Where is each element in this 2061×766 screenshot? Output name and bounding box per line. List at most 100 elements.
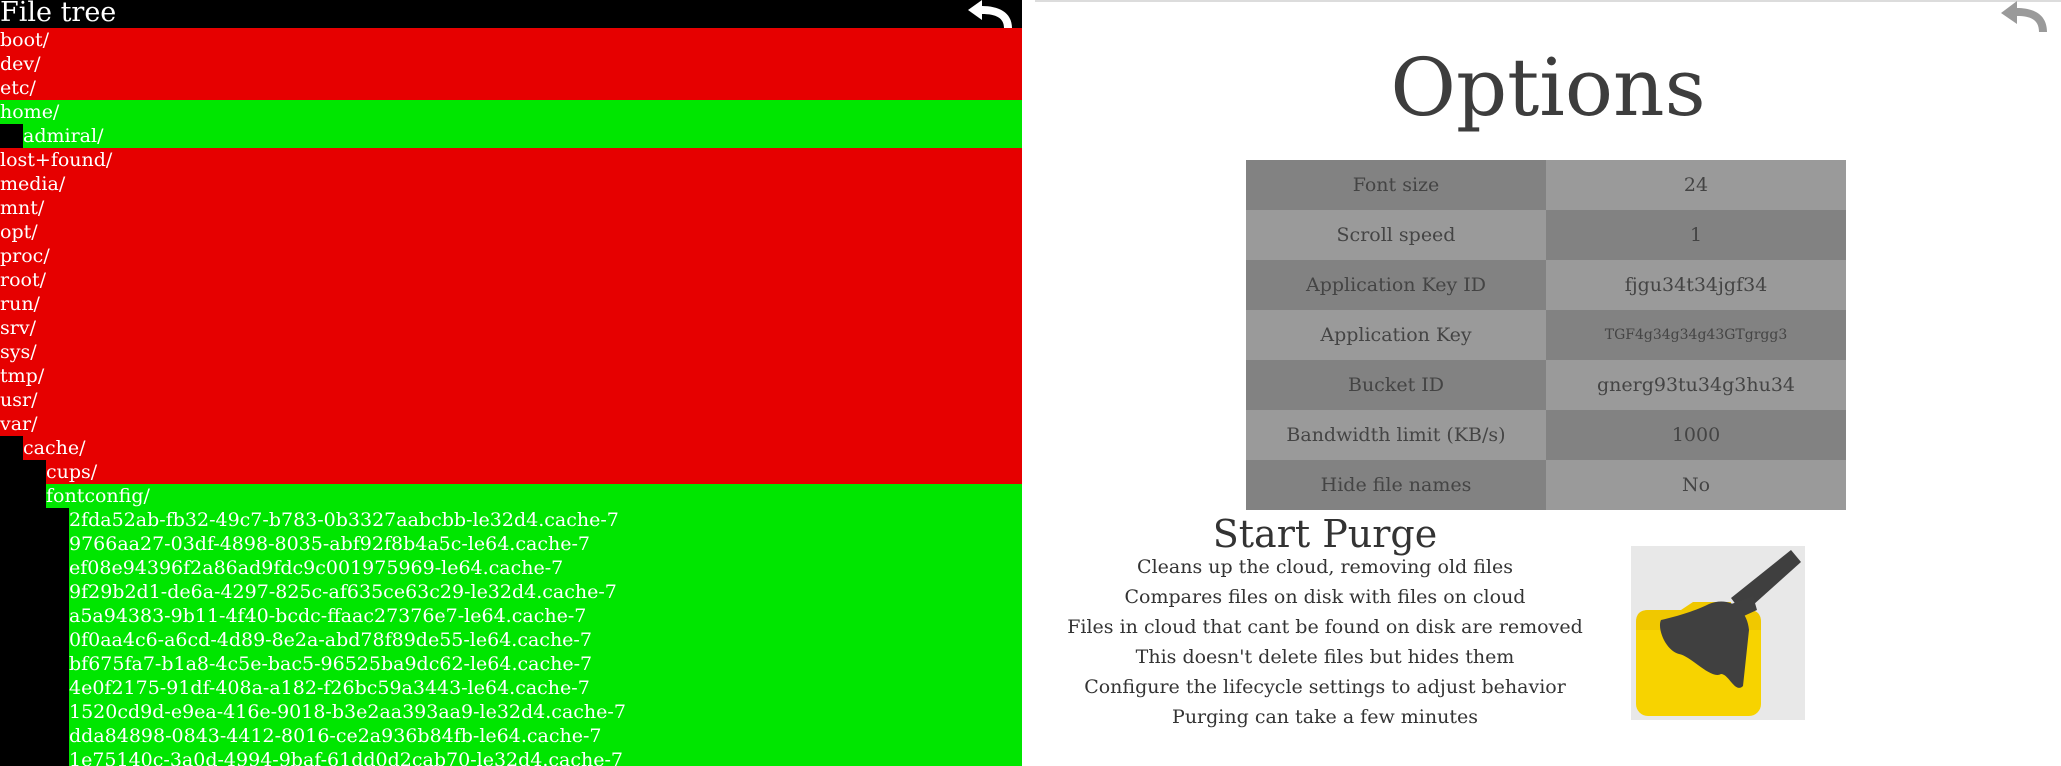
- file-tree-header: File tree: [0, 0, 1022, 28]
- broom-icon[interactable]: [1631, 546, 1805, 720]
- tree-item-status-bar: [0, 412, 1022, 436]
- tree-item-label: media/: [0, 173, 66, 195]
- option-value[interactable]: gnerg93tu34g3hu34: [1546, 360, 1846, 410]
- tree-item-label: 9766aa27-03df-4898-8035-abf92f8b4a5c-le6…: [69, 533, 590, 555]
- tree-item[interactable]: usr/: [0, 388, 1022, 412]
- option-value[interactable]: TGF4g34g34g43GTgrgg3: [1546, 310, 1846, 360]
- option-label: Application Key: [1246, 310, 1546, 360]
- tree-item[interactable]: sys/: [0, 340, 1022, 364]
- option-label: Scroll speed: [1246, 210, 1546, 260]
- option-value[interactable]: 1000: [1546, 410, 1846, 460]
- options-table: Font size 24 Scroll speed 1 Application Key …: [1246, 160, 1846, 510]
- tree-item-status-bar: [0, 52, 1022, 76]
- tree-item[interactable]: 0f0aa4c6-a6cd-4d89-8e2a-abd78f89de55-le6…: [0, 628, 1022, 652]
- option-value[interactable]: No: [1546, 460, 1846, 510]
- tree-item-label: 9f29b2d1-de6a-4297-825c-af635ce63c29-le3…: [69, 581, 617, 603]
- tree-item[interactable]: var/: [0, 412, 1022, 436]
- tree-item-label: bf675fa7-b1a8-4c5e-bac5-96525ba9dc62-le6…: [69, 653, 593, 675]
- tree-item-status-bar: [23, 124, 1022, 148]
- tree-item[interactable]: 9766aa27-03df-4898-8035-abf92f8b4a5c-le6…: [0, 532, 1022, 556]
- purge-line: Cleans up the cloud, removing old files: [1137, 556, 1513, 578]
- tree-item[interactable]: a5a94383-9b11-4f40-bcdc-ffaac27376e7-le6…: [0, 604, 1022, 628]
- purge-line: Configure the lifecycle settings to adju…: [1084, 676, 1566, 698]
- purge-line: Compares files on disk with files on clo…: [1124, 586, 1526, 608]
- tree-item[interactable]: cache/: [0, 436, 1022, 460]
- tree-item-status-bar: [0, 244, 1022, 268]
- tree-item-status-bar: [0, 268, 1022, 292]
- option-row[interactable]: Application Key TGF4g34g34g43GTgrgg3: [1246, 310, 1846, 360]
- tree-item-label: 4e0f2175-91df-408a-a182-f26bc59a3443-le6…: [69, 677, 590, 699]
- option-row[interactable]: Scroll speed 1: [1246, 210, 1846, 260]
- tree-item-label: cache/: [23, 437, 86, 459]
- tree-item[interactable]: proc/: [0, 244, 1022, 268]
- option-row[interactable]: Font size 24: [1246, 160, 1846, 210]
- tree-item-status-bar: [0, 316, 1022, 340]
- tree-item[interactable]: mnt/: [0, 196, 1022, 220]
- tree-item[interactable]: fontconfig/: [0, 484, 1022, 508]
- tree-item[interactable]: srv/: [0, 316, 1022, 340]
- tree-item[interactable]: dev/: [0, 52, 1022, 76]
- tree-item-label: 1e75140c-3a0d-4994-9baf-61dd0d2cab70-le3…: [69, 749, 624, 766]
- tree-item[interactable]: dda84898-0843-4412-8016-ce2a936b84fb-le6…: [0, 724, 1022, 748]
- page-title: Options: [1390, 41, 1706, 134]
- tree-item-label: opt/: [0, 221, 38, 243]
- tree-item[interactable]: 4e0f2175-91df-408a-a182-f26bc59a3443-le6…: [0, 676, 1022, 700]
- tree-item[interactable]: ef08e94396f2a86ad9fdc9c001975969-le64.ca…: [0, 556, 1022, 580]
- tree-item[interactable]: run/: [0, 292, 1022, 316]
- back-arrow-icon[interactable]: [1993, 0, 2051, 34]
- tree-item[interactable]: cups/: [0, 460, 1022, 484]
- tree-item[interactable]: home/: [0, 100, 1022, 124]
- tree-item[interactable]: tmp/: [0, 364, 1022, 388]
- tree-item[interactable]: admiral/: [0, 124, 1022, 148]
- tree-item-label: admiral/: [23, 125, 104, 147]
- tree-item-status-bar: [0, 28, 1022, 52]
- option-value[interactable]: 1: [1546, 210, 1846, 260]
- tree-item-status-bar: [0, 148, 1022, 172]
- purge-line: Files in cloud that cant be found on dis…: [1067, 616, 1583, 638]
- tree-item-label: var/: [0, 413, 38, 435]
- tree-item-label: 0f0aa4c6-a6cd-4d89-8e2a-abd78f89de55-le6…: [69, 629, 592, 651]
- tree-item-label: dev/: [0, 53, 41, 75]
- tree-item-label: dda84898-0843-4412-8016-ce2a936b84fb-le6…: [69, 725, 602, 747]
- tree-item-label: proc/: [0, 245, 50, 267]
- option-label: Hide file names: [1246, 460, 1546, 510]
- tree-item-label: fontconfig/: [46, 485, 150, 507]
- option-value[interactable]: 24: [1546, 160, 1846, 210]
- tree-item[interactable]: media/: [0, 172, 1022, 196]
- option-row[interactable]: Application Key ID fjgu34t34jgf34: [1246, 260, 1846, 310]
- tree-item[interactable]: opt/: [0, 220, 1022, 244]
- tree-item[interactable]: boot/: [0, 28, 1022, 52]
- option-label: Bucket ID: [1246, 360, 1546, 410]
- tree-item[interactable]: 1e75140c-3a0d-4994-9baf-61dd0d2cab70-le3…: [0, 748, 1022, 766]
- tree-item[interactable]: 1520cd9d-e9ea-416e-9018-b3e2aa393aa9-le3…: [0, 700, 1022, 724]
- option-row[interactable]: Bandwidth limit (KB/s) 1000: [1246, 410, 1846, 460]
- tree-item-label: srv/: [0, 317, 36, 339]
- option-row[interactable]: Bucket ID gnerg93tu34g3hu34: [1246, 360, 1846, 410]
- purge-description: Cleans up the cloud, removing old files …: [1035, 552, 1615, 732]
- file-tree-panel: File tree boot/dev/etc/home/admiral/lost…: [0, 0, 1022, 766]
- tree-item-label: etc/: [0, 77, 36, 99]
- tree-item[interactable]: 9f29b2d1-de6a-4297-825c-af635ce63c29-le3…: [0, 580, 1022, 604]
- tree-item-status-bar: [23, 436, 1022, 460]
- option-value[interactable]: fjgu34t34jgf34: [1546, 260, 1846, 310]
- tree-item-label: lost+found/: [0, 149, 113, 171]
- tree-item[interactable]: root/: [0, 268, 1022, 292]
- tree-item[interactable]: bf675fa7-b1a8-4c5e-bac5-96525ba9dc62-le6…: [0, 652, 1022, 676]
- tree-item[interactable]: 2fda52ab-fb32-49c7-b783-0b3327aabcbb-le3…: [0, 508, 1022, 532]
- tree-item[interactable]: lost+found/: [0, 148, 1022, 172]
- tree-item-label: 2fda52ab-fb32-49c7-b783-0b3327aabcbb-le3…: [69, 509, 619, 531]
- tree-item[interactable]: etc/: [0, 76, 1022, 100]
- back-arrow-icon[interactable]: [958, 0, 1016, 30]
- tree-item-status-bar: [0, 340, 1022, 364]
- tree-item-label: tmp/: [0, 365, 45, 387]
- tree-item-status-bar: [0, 172, 1022, 196]
- tree-item-label: run/: [0, 293, 40, 315]
- option-label: Bandwidth limit (KB/s): [1246, 410, 1546, 460]
- tree-item-label: 1520cd9d-e9ea-416e-9018-b3e2aa393aa9-le3…: [69, 701, 626, 723]
- options-panel: Options Font size 24 Scroll speed 1 Applicat…: [1035, 0, 2061, 766]
- start-purge-button[interactable]: Start Purge: [1035, 512, 1615, 556]
- tree-item-status-bar: [0, 100, 1022, 124]
- tree-item-label: root/: [0, 269, 46, 291]
- tree-item-label: ef08e94396f2a86ad9fdc9c001975969-le64.ca…: [69, 557, 564, 579]
- option-row[interactable]: Hide file names No: [1246, 460, 1846, 510]
